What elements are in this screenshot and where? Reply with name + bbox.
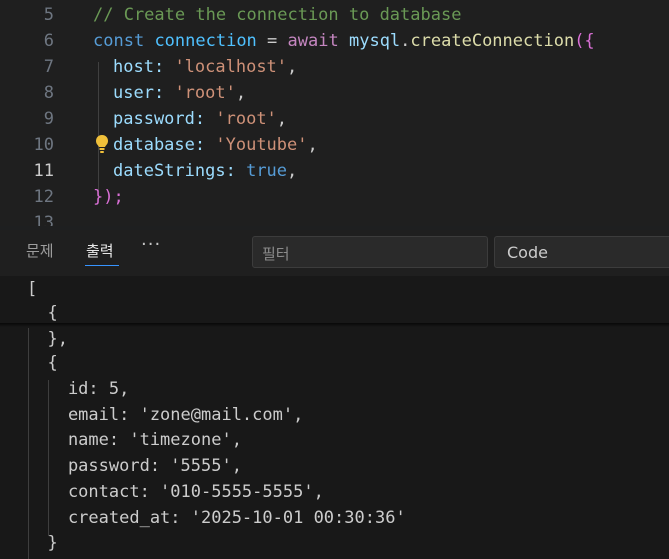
line-number-active: 11 bbox=[33, 161, 54, 181]
code-line-12[interactable]: 12 }); bbox=[0, 184, 669, 210]
output-line: contact: '010-5555-5555', bbox=[27, 482, 324, 502]
tab-problems[interactable]: 문제 bbox=[26, 240, 54, 261]
sticky-scroll-shadow bbox=[0, 323, 669, 327]
code-line-11[interactable]: 11 dateStrings: true, bbox=[0, 158, 669, 184]
key-token: database: bbox=[113, 135, 206, 155]
bracket-token: ({ bbox=[574, 31, 595, 51]
filter-input[interactable]: 필터 bbox=[252, 236, 488, 268]
output-line: name: 'timezone', bbox=[27, 430, 242, 450]
key-token: dateStrings: bbox=[113, 161, 236, 181]
panel-header: 문제 출력 ··· 필터 Code bbox=[0, 230, 669, 276]
output-line: password: '5555', bbox=[27, 456, 242, 476]
string-token: 'Youtube' bbox=[215, 135, 308, 155]
lightbulb-icon[interactable] bbox=[95, 134, 109, 154]
variable-token: connection bbox=[154, 31, 257, 51]
more-actions-icon[interactable]: ··· bbox=[141, 234, 161, 255]
output-channel-select[interactable]: Code bbox=[494, 236, 669, 268]
code-line-8[interactable]: 8 user: 'root', bbox=[0, 80, 669, 106]
line-number: 8 bbox=[43, 83, 54, 103]
line-number: 7 bbox=[43, 57, 54, 77]
comma-token: , bbox=[235, 83, 247, 103]
comma-token: , bbox=[287, 57, 298, 77]
code-text: user: 'root', bbox=[113, 80, 246, 106]
code-editor[interactable]: 5 // Create the connection to database 6… bbox=[0, 0, 669, 226]
key-token: user: bbox=[113, 83, 165, 103]
output-line: }, bbox=[27, 329, 68, 349]
code-line-13[interactable]: 13 bbox=[0, 210, 669, 226]
code-text: }); bbox=[93, 187, 124, 207]
code-text: host: 'localhost', bbox=[113, 54, 297, 80]
string-token: 'localhost' bbox=[174, 57, 288, 77]
code-text: dateStrings: true, bbox=[113, 158, 297, 184]
line-number: 13 bbox=[33, 213, 54, 226]
code-text: database: 'Youtube', bbox=[113, 132, 318, 158]
code-line-10[interactable]: 10 database: 'Youtube', bbox=[0, 132, 669, 158]
method-token: createConnection bbox=[410, 31, 575, 51]
key-token: password: bbox=[113, 109, 206, 129]
output-view[interactable]: [ { }, { id: 5, email: 'zone@mail.com', … bbox=[0, 276, 669, 559]
code-line-6[interactable]: 6 const connection = await mysql.createC… bbox=[0, 28, 669, 54]
operator-token: = bbox=[267, 31, 278, 51]
line-number: 5 bbox=[43, 5, 54, 25]
filter-placeholder: 필터 bbox=[262, 245, 290, 263]
key-token: host: bbox=[113, 57, 165, 77]
active-tab-indicator bbox=[85, 265, 119, 266]
output-line: } bbox=[27, 533, 58, 553]
output-line: id: 5, bbox=[27, 379, 130, 399]
output-line: email: 'zone@mail.com', bbox=[27, 405, 304, 425]
code-comment: // Create the connection to database bbox=[93, 5, 462, 25]
code-line-7[interactable]: 7 host: 'localhost', bbox=[0, 54, 669, 80]
comma-token: , bbox=[307, 135, 318, 155]
code-text: const connection = await mysql.createCon… bbox=[93, 31, 595, 51]
line-number: 12 bbox=[33, 187, 54, 207]
code-line-9[interactable]: 9 password: 'root', bbox=[0, 106, 669, 132]
output-line: [ bbox=[27, 279, 38, 299]
output-channel-value: Code bbox=[507, 243, 548, 262]
keyword-token: const bbox=[93, 31, 145, 51]
boolean-token: true bbox=[246, 161, 288, 181]
line-number: 9 bbox=[43, 109, 54, 129]
code-text: password: 'root', bbox=[113, 106, 287, 132]
await-token: await bbox=[287, 31, 339, 51]
string-token: 'root' bbox=[215, 109, 277, 129]
output-line: created_at: '2025-10-01 00:30:36' bbox=[27, 508, 406, 528]
line-number: 6 bbox=[43, 31, 54, 51]
tab-output[interactable]: 출력 bbox=[86, 240, 114, 261]
comma-token: , bbox=[276, 109, 288, 129]
output-line: { bbox=[27, 353, 58, 373]
code-line-5[interactable]: 5 // Create the connection to database bbox=[0, 2, 669, 28]
line-number: 10 bbox=[33, 135, 54, 155]
comma-token: , bbox=[287, 161, 298, 181]
object-token: mysql bbox=[348, 31, 401, 51]
string-token: 'root' bbox=[174, 83, 236, 103]
